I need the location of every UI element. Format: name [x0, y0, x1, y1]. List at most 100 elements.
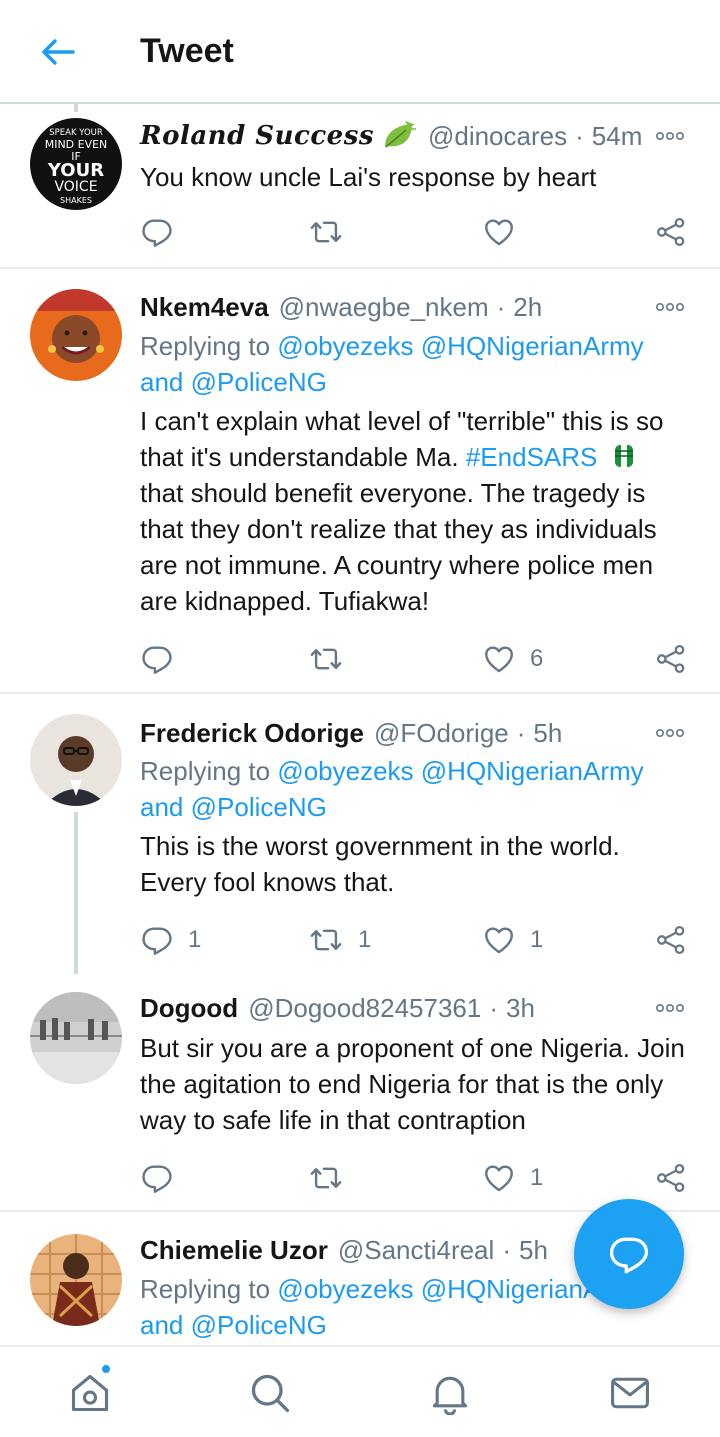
raised-fist-emoji-icon — [614, 445, 633, 467]
reply-button[interactable] — [140, 208, 188, 256]
new-content-dot — [100, 1363, 112, 1375]
tweet-item[interactable]: Frederick Odorige @FOdorige · 5h Replyin… — [0, 694, 720, 974]
avatar[interactable] — [30, 714, 122, 806]
mention-link[interactable]: @obyezeks — [277, 1274, 413, 1304]
replying-to-label: Replying to — [140, 331, 271, 361]
tweet-header: Frederick Odorige @FOdorige · 5h — [140, 713, 690, 753]
user-handle[interactable]: @Dogood82457361 — [248, 993, 481, 1024]
display-name[interactable]: Frederick Odorige — [140, 718, 364, 749]
retweet-button[interactable] — [308, 208, 358, 256]
action-bar — [140, 208, 700, 256]
mention-link[interactable]: @obyezeks — [277, 331, 413, 361]
reply-icon — [140, 215, 174, 249]
nav-search[interactable] — [230, 1347, 310, 1437]
tweet-header: Dogood @Dogood82457361 · 3h — [140, 988, 690, 1028]
more-options-icon[interactable] — [650, 721, 690, 745]
reply-count: 1 — [188, 926, 202, 953]
retweet-count: 1 — [358, 926, 372, 953]
meta-separator: · — [502, 1234, 511, 1265]
more-options-icon[interactable] — [650, 295, 690, 319]
share-button[interactable] — [654, 1154, 688, 1202]
bottom-navigation — [0, 1345, 720, 1437]
mail-icon — [611, 1377, 649, 1409]
action-bar: 6 — [140, 635, 700, 683]
compose-reply-button[interactable] — [574, 1199, 684, 1309]
action-bar: 1 1 1 — [140, 916, 700, 964]
reply-button[interactable] — [140, 1154, 188, 1202]
arrow-left-icon — [42, 39, 75, 65]
avatar-text: SPEAK YOUR — [49, 128, 103, 138]
reply-button[interactable] — [140, 635, 188, 683]
more-options-icon[interactable] — [650, 996, 690, 1020]
mention-link[interactable]: @obyezeks — [277, 756, 413, 786]
share-button[interactable] — [654, 208, 688, 256]
tweet-text: This is the worst government in the worl… — [140, 831, 620, 897]
tweet-item[interactable]: Dogood @Dogood82457361 · 3h But sir you … — [0, 974, 720, 1212]
meta-separator: · — [489, 992, 499, 1023]
share-icon — [654, 215, 688, 249]
hashtag-link[interactable]: #EndSARS — [466, 442, 598, 472]
back-button[interactable] — [30, 30, 86, 74]
user-handle[interactable]: @FOdorige — [374, 718, 509, 749]
retweet-button[interactable] — [308, 1154, 358, 1202]
share-icon — [654, 642, 688, 676]
display-name[interactable]: Nkem4eva — [140, 292, 269, 323]
display-name[interactable]: Roland Success — [140, 121, 374, 151]
like-count: 6 — [530, 645, 544, 672]
avatar-text: SHAKES — [60, 196, 92, 205]
timestamp[interactable]: 54m — [592, 121, 643, 152]
mention-link[interactable]: @PoliceNG — [191, 792, 327, 822]
tweet-text: But sir you are a proponent of one Niger… — [140, 1033, 685, 1135]
tweet-text-part: that should benefit everyone. The traged… — [140, 478, 657, 616]
share-button[interactable] — [654, 635, 688, 683]
bell-icon — [432, 1376, 468, 1415]
tweet-header: Roland Success @dinocares · 54m — [140, 116, 690, 156]
avatar[interactable] — [30, 289, 122, 381]
display-name[interactable]: Dogood — [140, 993, 238, 1024]
avatar[interactable]: SPEAK YOUR MIND EVEN IF YOUR VOICE SHAKE… — [30, 118, 122, 210]
replying-to: Replying to @obyezeks @HQNigerianArmy an… — [140, 328, 690, 400]
retweet-icon — [308, 923, 344, 957]
reply-icon — [140, 1161, 174, 1195]
more-options-icon[interactable] — [650, 124, 690, 148]
share-button[interactable] — [654, 916, 688, 964]
user-handle[interactable]: @Sancti4real — [338, 1235, 494, 1266]
reply-button[interactable]: 1 — [140, 916, 201, 964]
timestamp[interactable]: 3h — [506, 993, 535, 1024]
heart-icon — [482, 923, 516, 957]
like-button[interactable]: 1 — [482, 916, 543, 964]
user-handle[interactable]: @dinocares — [428, 121, 567, 152]
nav-home[interactable] — [50, 1347, 130, 1437]
avatar-text: YOUR — [47, 160, 104, 181]
like-button[interactable]: 6 — [482, 635, 543, 683]
share-icon — [654, 1161, 688, 1195]
retweet-button[interactable]: 1 — [308, 916, 371, 964]
page-title: Tweet — [140, 32, 234, 70]
like-button[interactable] — [482, 208, 530, 256]
mention-link[interactable]: @PoliceNG — [191, 367, 327, 397]
timestamp[interactable]: 5h — [533, 718, 562, 749]
avatar[interactable] — [30, 992, 122, 1084]
heart-icon — [482, 1161, 516, 1195]
nav-notifications[interactable] — [410, 1347, 490, 1437]
action-bar: 1 — [140, 1154, 700, 1202]
display-name[interactable]: Chiemelie Uzor — [140, 1235, 328, 1266]
user-handle[interactable]: @nwaegbe_nkem — [279, 292, 489, 323]
tweet-item[interactable]: SPEAK YOUR MIND EVEN IF YOUR VOICE SHAKE… — [0, 104, 720, 269]
retweet-icon — [308, 642, 344, 676]
timestamp[interactable]: 5h — [519, 1235, 548, 1266]
retweet-button[interactable] — [308, 635, 358, 683]
timestamp[interactable]: 2h — [513, 292, 542, 323]
thread-line — [74, 812, 78, 974]
reply-feed[interactable]: SPEAK YOUR MIND EVEN IF YOUR VOICE SHAKE… — [0, 104, 720, 1345]
tweet-item[interactable]: Nkem4eva @nwaegbe_nkem · 2h Replying to … — [0, 269, 720, 694]
like-button[interactable]: 1 — [482, 1154, 543, 1202]
mention-link[interactable]: @PoliceNG — [191, 1310, 327, 1340]
and-label: and — [140, 1310, 184, 1340]
mention-link[interactable]: @HQNigerianArmy — [421, 331, 644, 361]
tweet-text: I can't explain what level of "terrible"… — [140, 403, 690, 619]
avatar[interactable] — [30, 1234, 122, 1326]
mention-link[interactable]: @HQNigerianArmy — [421, 756, 644, 786]
meta-separator: · — [516, 717, 526, 748]
nav-messages[interactable] — [590, 1347, 670, 1437]
